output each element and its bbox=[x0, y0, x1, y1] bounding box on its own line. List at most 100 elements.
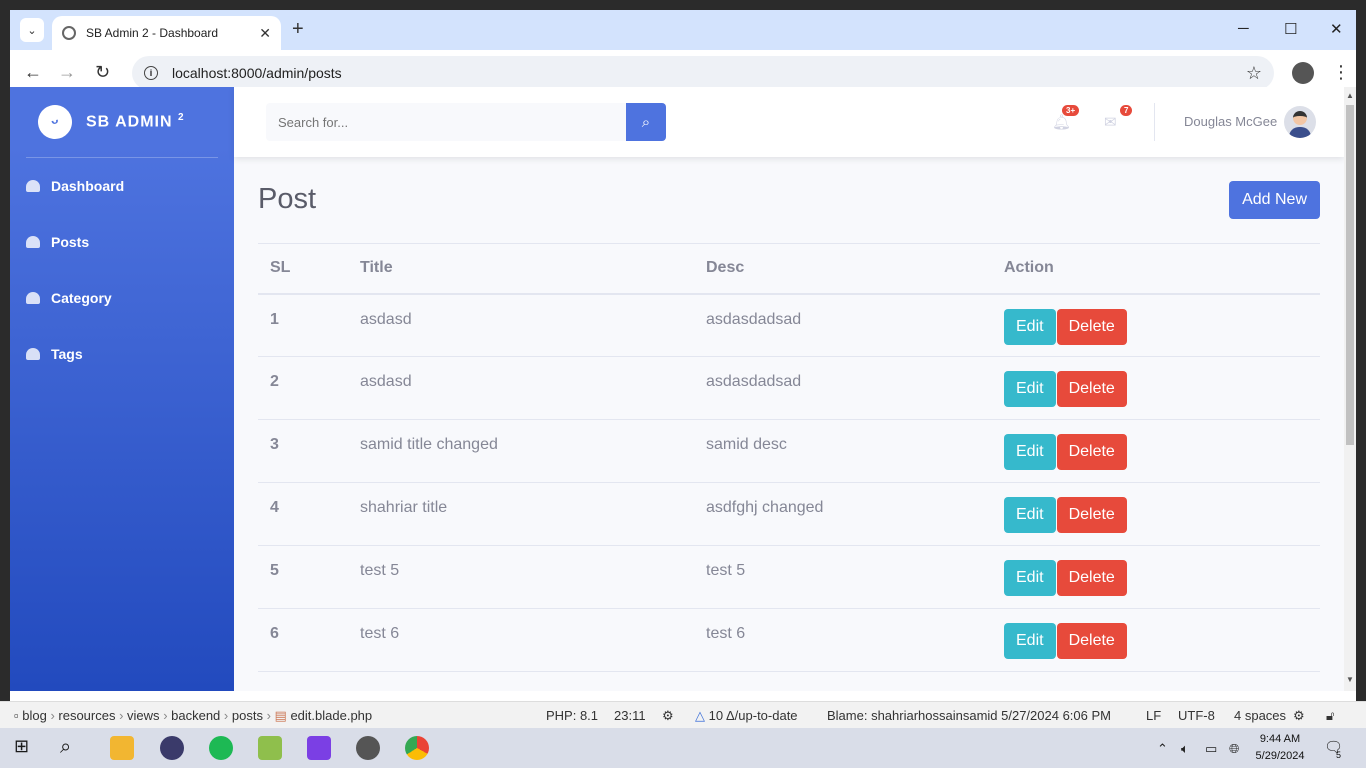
cell-title: asdasd bbox=[348, 293, 694, 357]
edit-button[interactable]: Edit bbox=[1004, 434, 1056, 470]
address-bar[interactable]: i localhost:8000/admin/posts ☆ bbox=[132, 56, 1274, 90]
cursor-position[interactable]: 23:11 bbox=[614, 708, 646, 723]
debug-icon[interactable]: ⚙ bbox=[662, 708, 674, 724]
blame-info[interactable]: Blame: shahriarhossainsamid 5/27/2024 6:… bbox=[827, 708, 1111, 723]
close-window-icon[interactable]: ✕ bbox=[1330, 20, 1343, 38]
volume-icon[interactable]: 🔈︎ bbox=[1181, 741, 1189, 757]
profile-avatar[interactable] bbox=[1292, 62, 1314, 84]
windows-start-icon[interactable]: ⊞ bbox=[14, 736, 38, 760]
cell-title: asdasd bbox=[348, 356, 694, 420]
delete-button[interactable]: Delete bbox=[1056, 371, 1127, 407]
vertical-scrollbar[interactable]: ▲ ▼ bbox=[1344, 87, 1356, 691]
alerts-badge: 3+ bbox=[1062, 105, 1080, 116]
envelope-icon[interactable]: ✉ bbox=[1104, 113, 1117, 131]
search-input[interactable] bbox=[266, 103, 626, 141]
chevron-up-icon[interactable]: ⌃ bbox=[1157, 741, 1168, 757]
chevron-right-icon: › bbox=[119, 708, 128, 723]
new-tab-icon[interactable]: + bbox=[292, 18, 304, 41]
media-player-icon[interactable] bbox=[356, 736, 380, 760]
delete-button[interactable]: Delete bbox=[1056, 497, 1127, 533]
lock-icon[interactable]: 🔓︎ bbox=[1326, 708, 1334, 724]
github-icon[interactable] bbox=[160, 736, 184, 760]
file-explorer-icon[interactable] bbox=[110, 736, 134, 760]
crumb-backend[interactable]: backend bbox=[171, 708, 220, 723]
delete-button[interactable]: Delete bbox=[1056, 308, 1127, 345]
minimize-icon[interactable]: ─ bbox=[1238, 20, 1249, 37]
tachometer-icon bbox=[26, 292, 40, 304]
scroll-down-icon[interactable]: ▼ bbox=[1346, 675, 1354, 684]
tachometer-icon bbox=[26, 236, 40, 248]
edit-button[interactable]: Edit bbox=[1004, 623, 1056, 659]
avatar[interactable] bbox=[1284, 106, 1316, 138]
crumb-blog[interactable]: blog bbox=[22, 708, 47, 723]
tab-title: SB Admin 2 - Dashboard bbox=[86, 26, 219, 40]
indent-setting[interactable]: 4 spaces bbox=[1234, 708, 1286, 723]
sidebar-item-posts[interactable]: Posts bbox=[10, 214, 234, 270]
cell-desc: asdasdadsad bbox=[694, 293, 992, 357]
reload-icon[interactable]: ↻ bbox=[95, 62, 110, 83]
crumb-views[interactable]: views bbox=[127, 708, 160, 723]
delete-button[interactable]: Delete bbox=[1056, 623, 1127, 659]
topbar: ⌕ 🔔︎ 3+ ✉ 7 Douglas McGee bbox=[234, 87, 1344, 157]
search-icon[interactable]: ⌕ bbox=[60, 736, 84, 760]
ide-status-bar: ▫ blog › resources › views › backend › p… bbox=[0, 701, 1366, 728]
php-version[interactable]: PHP: 8.1 bbox=[546, 708, 598, 723]
module-icon: ▫ bbox=[14, 708, 19, 723]
back-icon[interactable]: ← bbox=[24, 62, 42, 83]
clock[interactable]: 9:44 AM 5/29/2024 bbox=[1250, 731, 1310, 765]
bookmark-star-icon[interactable]: ☆ bbox=[1246, 63, 1262, 84]
column-header-sl: SL bbox=[258, 243, 348, 295]
line-ending[interactable]: LF bbox=[1146, 708, 1161, 723]
table-row: 1 asdasd asdasdadsad Edit Delete bbox=[258, 293, 1320, 357]
sidebar-item-tags[interactable]: Tags bbox=[10, 326, 234, 382]
delete-button[interactable]: Delete bbox=[1056, 434, 1127, 470]
sidebar-item-category[interactable]: Category bbox=[10, 270, 234, 326]
site-info-icon[interactable]: i bbox=[144, 66, 158, 80]
cell-action: Edit Delete bbox=[992, 356, 1320, 420]
sidebar: ᵕ SB ADMIN 2 Dashboard Posts Category Ta… bbox=[10, 87, 234, 691]
menu-icon[interactable]: ⋮ bbox=[1332, 62, 1350, 83]
cell-sl: 3 bbox=[258, 419, 348, 483]
posts-table: SL Title Desc Action 1 asdasd asdasdadsad E… bbox=[258, 243, 1320, 672]
app-icon[interactable] bbox=[258, 736, 282, 760]
forward-icon[interactable]: → bbox=[58, 62, 76, 83]
maximize-icon[interactable]: ☐ bbox=[1284, 20, 1297, 38]
sidebar-brand[interactable]: ᵕ SB ADMIN 2 bbox=[10, 87, 234, 157]
scrollbar-thumb[interactable] bbox=[1346, 105, 1354, 445]
crumb-file[interactable]: edit.blade.php bbox=[290, 708, 372, 723]
delete-button[interactable]: Delete bbox=[1056, 560, 1127, 596]
search-button[interactable]: ⌕ bbox=[626, 103, 666, 141]
cell-action: Edit Delete bbox=[992, 293, 1320, 357]
edit-button[interactable]: Edit bbox=[1004, 308, 1056, 345]
globe-icon bbox=[62, 26, 76, 40]
settings-icon[interactable]: ⚙ bbox=[1293, 708, 1305, 724]
scroll-up-icon[interactable]: ▲ bbox=[1346, 91, 1354, 100]
notifications-count: 5 bbox=[1336, 750, 1342, 760]
crumb-resources[interactable]: resources bbox=[58, 708, 115, 723]
cell-sl: 5 bbox=[258, 545, 348, 609]
cell-title: test 6 bbox=[348, 608, 694, 672]
tab-search-icon[interactable]: ⌄ bbox=[20, 18, 44, 42]
encoding[interactable]: UTF-8 bbox=[1178, 708, 1215, 723]
chrome-icon[interactable] bbox=[405, 736, 429, 760]
laugh-wink-icon: ᵕ bbox=[34, 101, 76, 143]
edit-button[interactable]: Edit bbox=[1004, 371, 1056, 407]
clock-time: 9:44 AM bbox=[1259, 733, 1301, 745]
table-row: 2 asdasd asdasdadsad Edit Delete bbox=[258, 356, 1320, 420]
vcs-status[interactable]: △ 10 Δ/up-to-date bbox=[695, 708, 798, 724]
battery-icon[interactable]: ▭ bbox=[1205, 741, 1217, 757]
browser-tab[interactable]: SB Admin 2 - Dashboard ✕ bbox=[52, 16, 281, 50]
cell-sl: 4 bbox=[258, 482, 348, 546]
close-tab-icon[interactable]: ✕ bbox=[259, 25, 271, 42]
user-name[interactable]: Douglas McGee bbox=[1184, 114, 1277, 129]
edit-button[interactable]: Edit bbox=[1004, 560, 1056, 596]
network-icon[interactable]: 🌐︎ bbox=[1229, 741, 1239, 757]
edit-button[interactable]: Edit bbox=[1004, 497, 1056, 533]
cell-desc: test 6 bbox=[694, 608, 992, 672]
phpstorm-icon[interactable] bbox=[307, 736, 331, 760]
chevron-right-icon: › bbox=[223, 708, 232, 723]
spotify-icon[interactable] bbox=[209, 736, 233, 760]
crumb-posts[interactable]: posts bbox=[232, 708, 263, 723]
add-new-button[interactable]: Add New bbox=[1229, 181, 1320, 219]
sidebar-item-dashboard[interactable]: Dashboard bbox=[10, 158, 234, 214]
